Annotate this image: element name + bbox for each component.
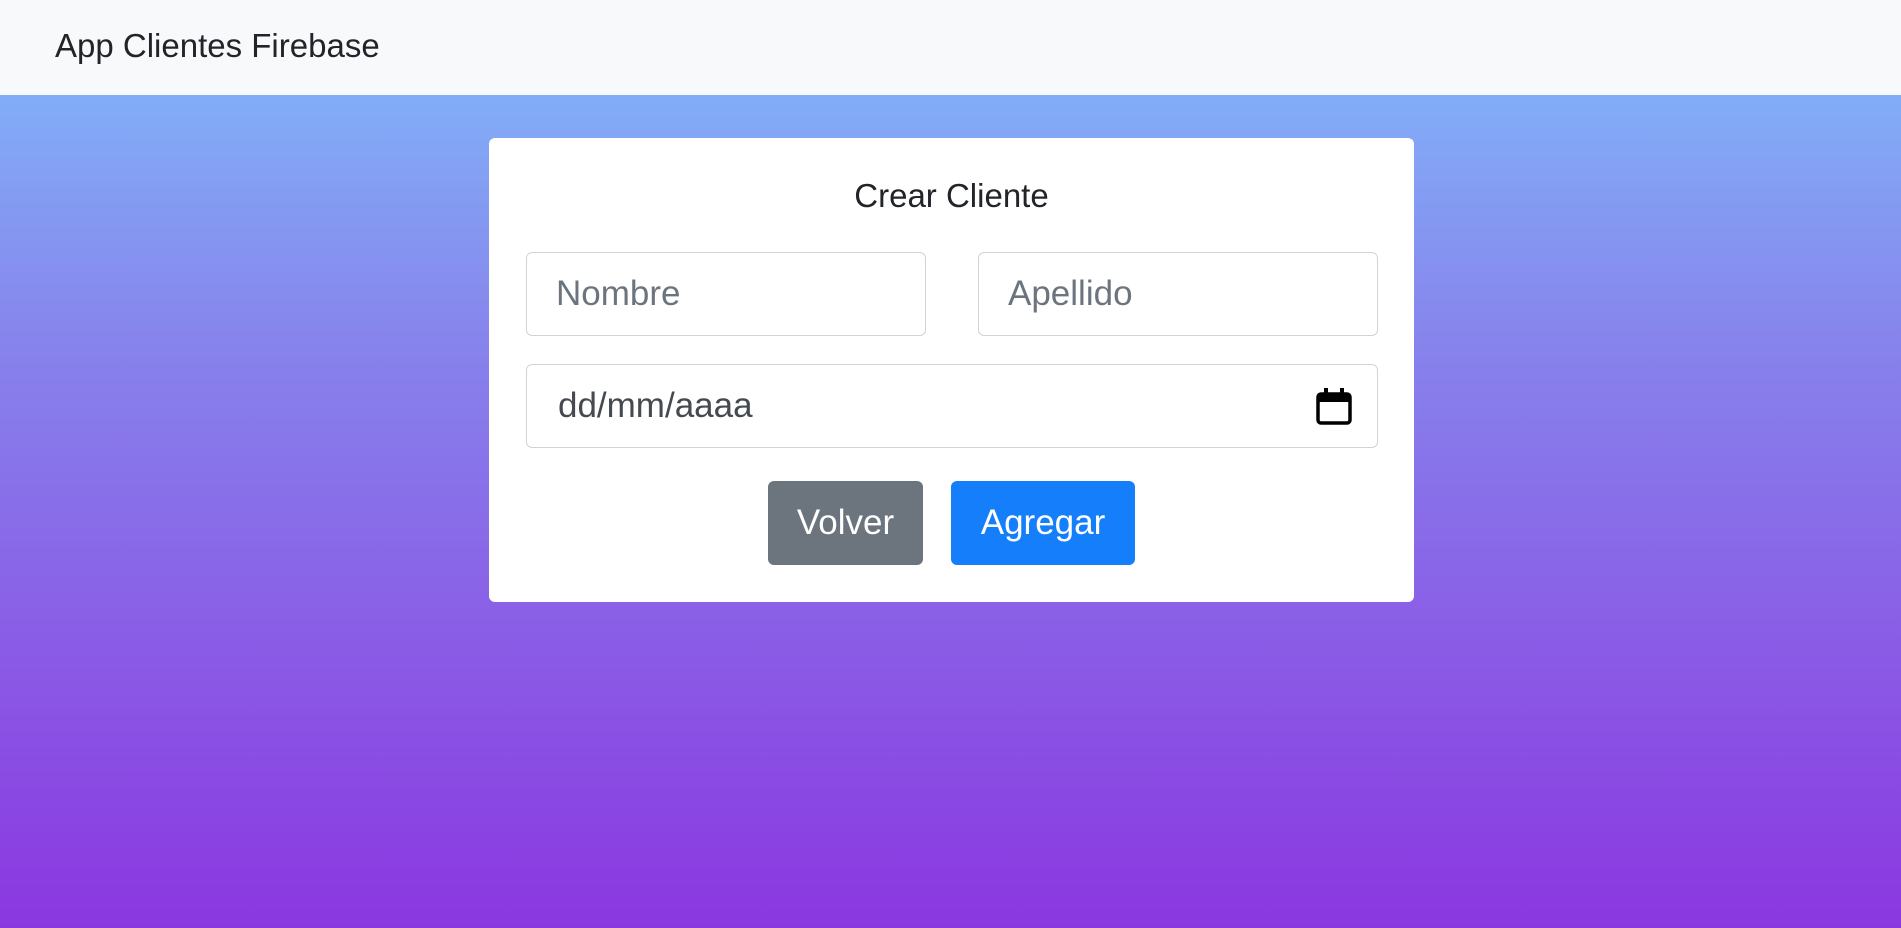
agregar-button[interactable]: Agregar — [951, 481, 1135, 565]
main-background: Crear Cliente dd/mm/aaaa Volver Agregar — [0, 95, 1901, 928]
date-placeholder: dd/mm/aaaa — [558, 386, 753, 425]
volver-button[interactable]: Volver — [768, 481, 923, 565]
birthdate-input[interactable]: dd/mm/aaaa — [526, 364, 1378, 448]
create-client-card: Crear Cliente dd/mm/aaaa Volver Agregar — [489, 138, 1414, 602]
card-title: Crear Cliente — [854, 177, 1049, 214]
nombre-input[interactable] — [526, 252, 926, 336]
calendar-icon[interactable] — [1316, 387, 1352, 425]
apellido-input[interactable] — [978, 252, 1378, 336]
navbar-brand[interactable]: App Clientes Firebase — [55, 26, 380, 66]
navbar: App Clientes Firebase — [0, 0, 1901, 95]
